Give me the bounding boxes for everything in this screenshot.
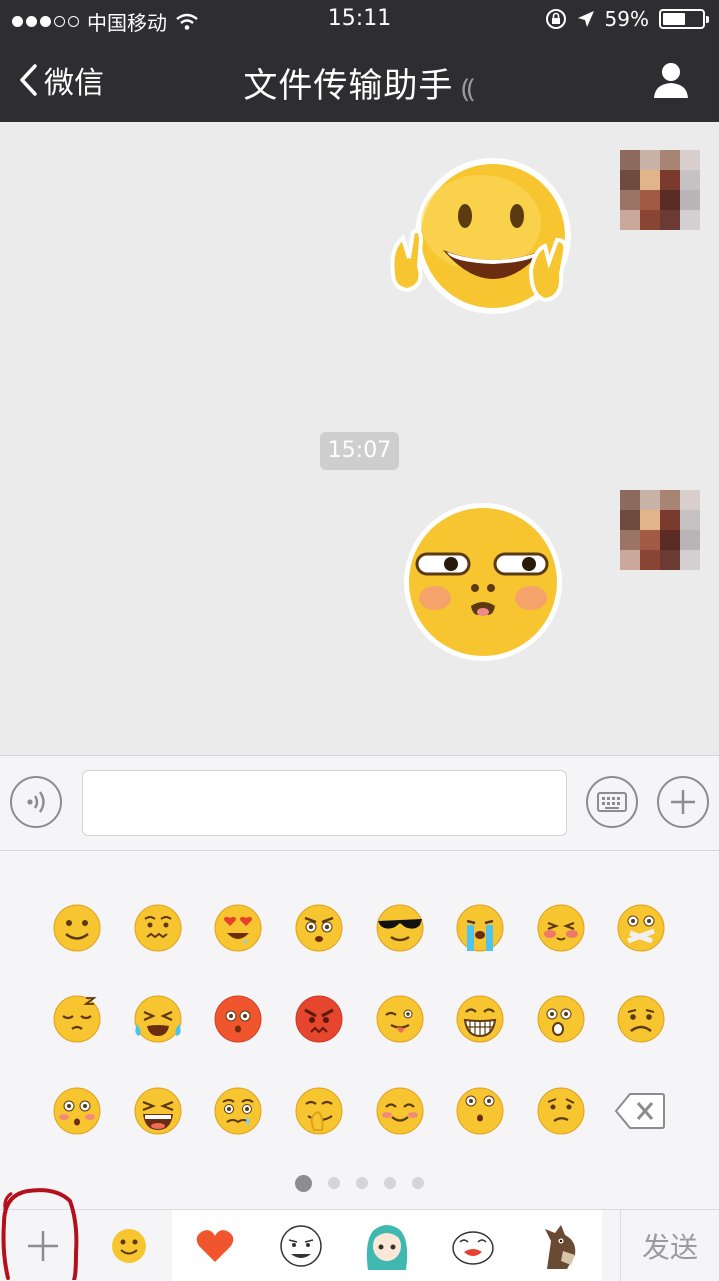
emoji-drool[interactable]	[213, 1086, 263, 1136]
voice-button[interactable]	[10, 776, 62, 828]
anime-girl-icon	[366, 1224, 408, 1270]
avatar[interactable]	[620, 150, 700, 230]
chat-area[interactable]: 15:07	[0, 122, 719, 755]
emoji-panel	[0, 851, 719, 1209]
cartoon-face-icon	[452, 1230, 494, 1265]
avatar[interactable]	[620, 490, 700, 570]
sticker-message[interactable]	[403, 502, 563, 662]
emoji-furious[interactable]	[294, 994, 344, 1044]
emoji-confused[interactable]	[536, 1086, 586, 1136]
emoji-pout[interactable]	[455, 1086, 505, 1136]
emoji-grimace[interactable]	[133, 903, 183, 953]
emoji-embarrassed[interactable]	[213, 994, 263, 1044]
emoji-sad[interactable]	[616, 994, 666, 1044]
sticker-message[interactable]	[385, 158, 585, 323]
keyboard-icon	[597, 792, 627, 812]
backspace-icon[interactable]	[614, 1088, 666, 1134]
emoji-shy[interactable]	[536, 903, 586, 953]
emoji-happy-blush[interactable]	[375, 1086, 425, 1136]
input-bar	[0, 755, 719, 851]
emoji-snicker[interactable]	[294, 1086, 344, 1136]
more-options-button[interactable]	[657, 776, 709, 828]
sticker-tab-bar: 发送	[0, 1209, 719, 1281]
pager-dot[interactable]	[384, 1177, 396, 1189]
timestamp-pill: 15:07	[320, 432, 399, 470]
emoji-tears-of-joy[interactable]	[133, 994, 183, 1044]
page-title: 文件传输助手 ⸨	[0, 58, 719, 107]
tab-emoji[interactable]	[86, 1210, 172, 1281]
nav-bar: 微信 文件传输助手 ⸨	[0, 40, 719, 122]
message-input[interactable]	[82, 770, 567, 836]
profile-button[interactable]	[651, 60, 691, 100]
heart-icon	[196, 1229, 234, 1262]
smiley-icon	[112, 1228, 146, 1263]
annotation-circle	[1, 1188, 79, 1280]
top-bar: 中国移动 15:11 59% 微信 文件传输助手 ⸨	[0, 0, 719, 122]
earpiece-icon: ⸨	[461, 74, 476, 104]
tab-sticker-pack-4[interactable]	[516, 1210, 602, 1281]
battery-icon	[659, 9, 709, 29]
horse-head-icon	[545, 1224, 576, 1269]
emoji-cool[interactable]	[375, 903, 425, 953]
rotation-lock-icon	[545, 9, 566, 29]
keyboard-button[interactable]	[586, 776, 638, 828]
pager-dot[interactable]	[295, 1175, 312, 1192]
emoji-surprised[interactable]	[536, 994, 586, 1044]
emoji-grin[interactable]	[455, 994, 505, 1044]
emoji-scream[interactable]	[133, 1086, 183, 1136]
emoji-heart-eyes[interactable]	[213, 903, 263, 953]
emoji-crying[interactable]	[455, 903, 505, 953]
chat-title: 文件传输助手	[243, 66, 454, 106]
emoji-sleepy[interactable]	[52, 994, 102, 1044]
battery-percent: 59%	[604, 7, 649, 31]
tab-sticker-pack-3[interactable]	[430, 1210, 516, 1281]
status-bar: 中国移动 15:11 59%	[0, 0, 719, 40]
emoji-tongue[interactable]	[375, 994, 425, 1044]
pager-dot[interactable]	[328, 1177, 340, 1189]
emoji-shut-mouth[interactable]	[616, 903, 666, 953]
tab-sticker-pack-2[interactable]	[344, 1210, 430, 1281]
plus-icon	[671, 790, 695, 814]
pager-dot[interactable]	[356, 1177, 368, 1189]
location-arrow-icon	[577, 11, 594, 27]
emoji-smile[interactable]	[52, 903, 102, 953]
tab-sticker-pack-1[interactable]	[258, 1210, 344, 1281]
send-button[interactable]: 发送	[620, 1210, 719, 1281]
meme-face-icon	[280, 1224, 322, 1267]
emoji-shocked[interactable]	[52, 1086, 102, 1136]
voice-icon	[27, 791, 45, 813]
tab-favorites[interactable]	[172, 1210, 258, 1281]
pager-dot[interactable]	[412, 1177, 424, 1189]
emoji-pager	[0, 1175, 719, 1192]
emoji-angry-stare[interactable]	[294, 903, 344, 953]
